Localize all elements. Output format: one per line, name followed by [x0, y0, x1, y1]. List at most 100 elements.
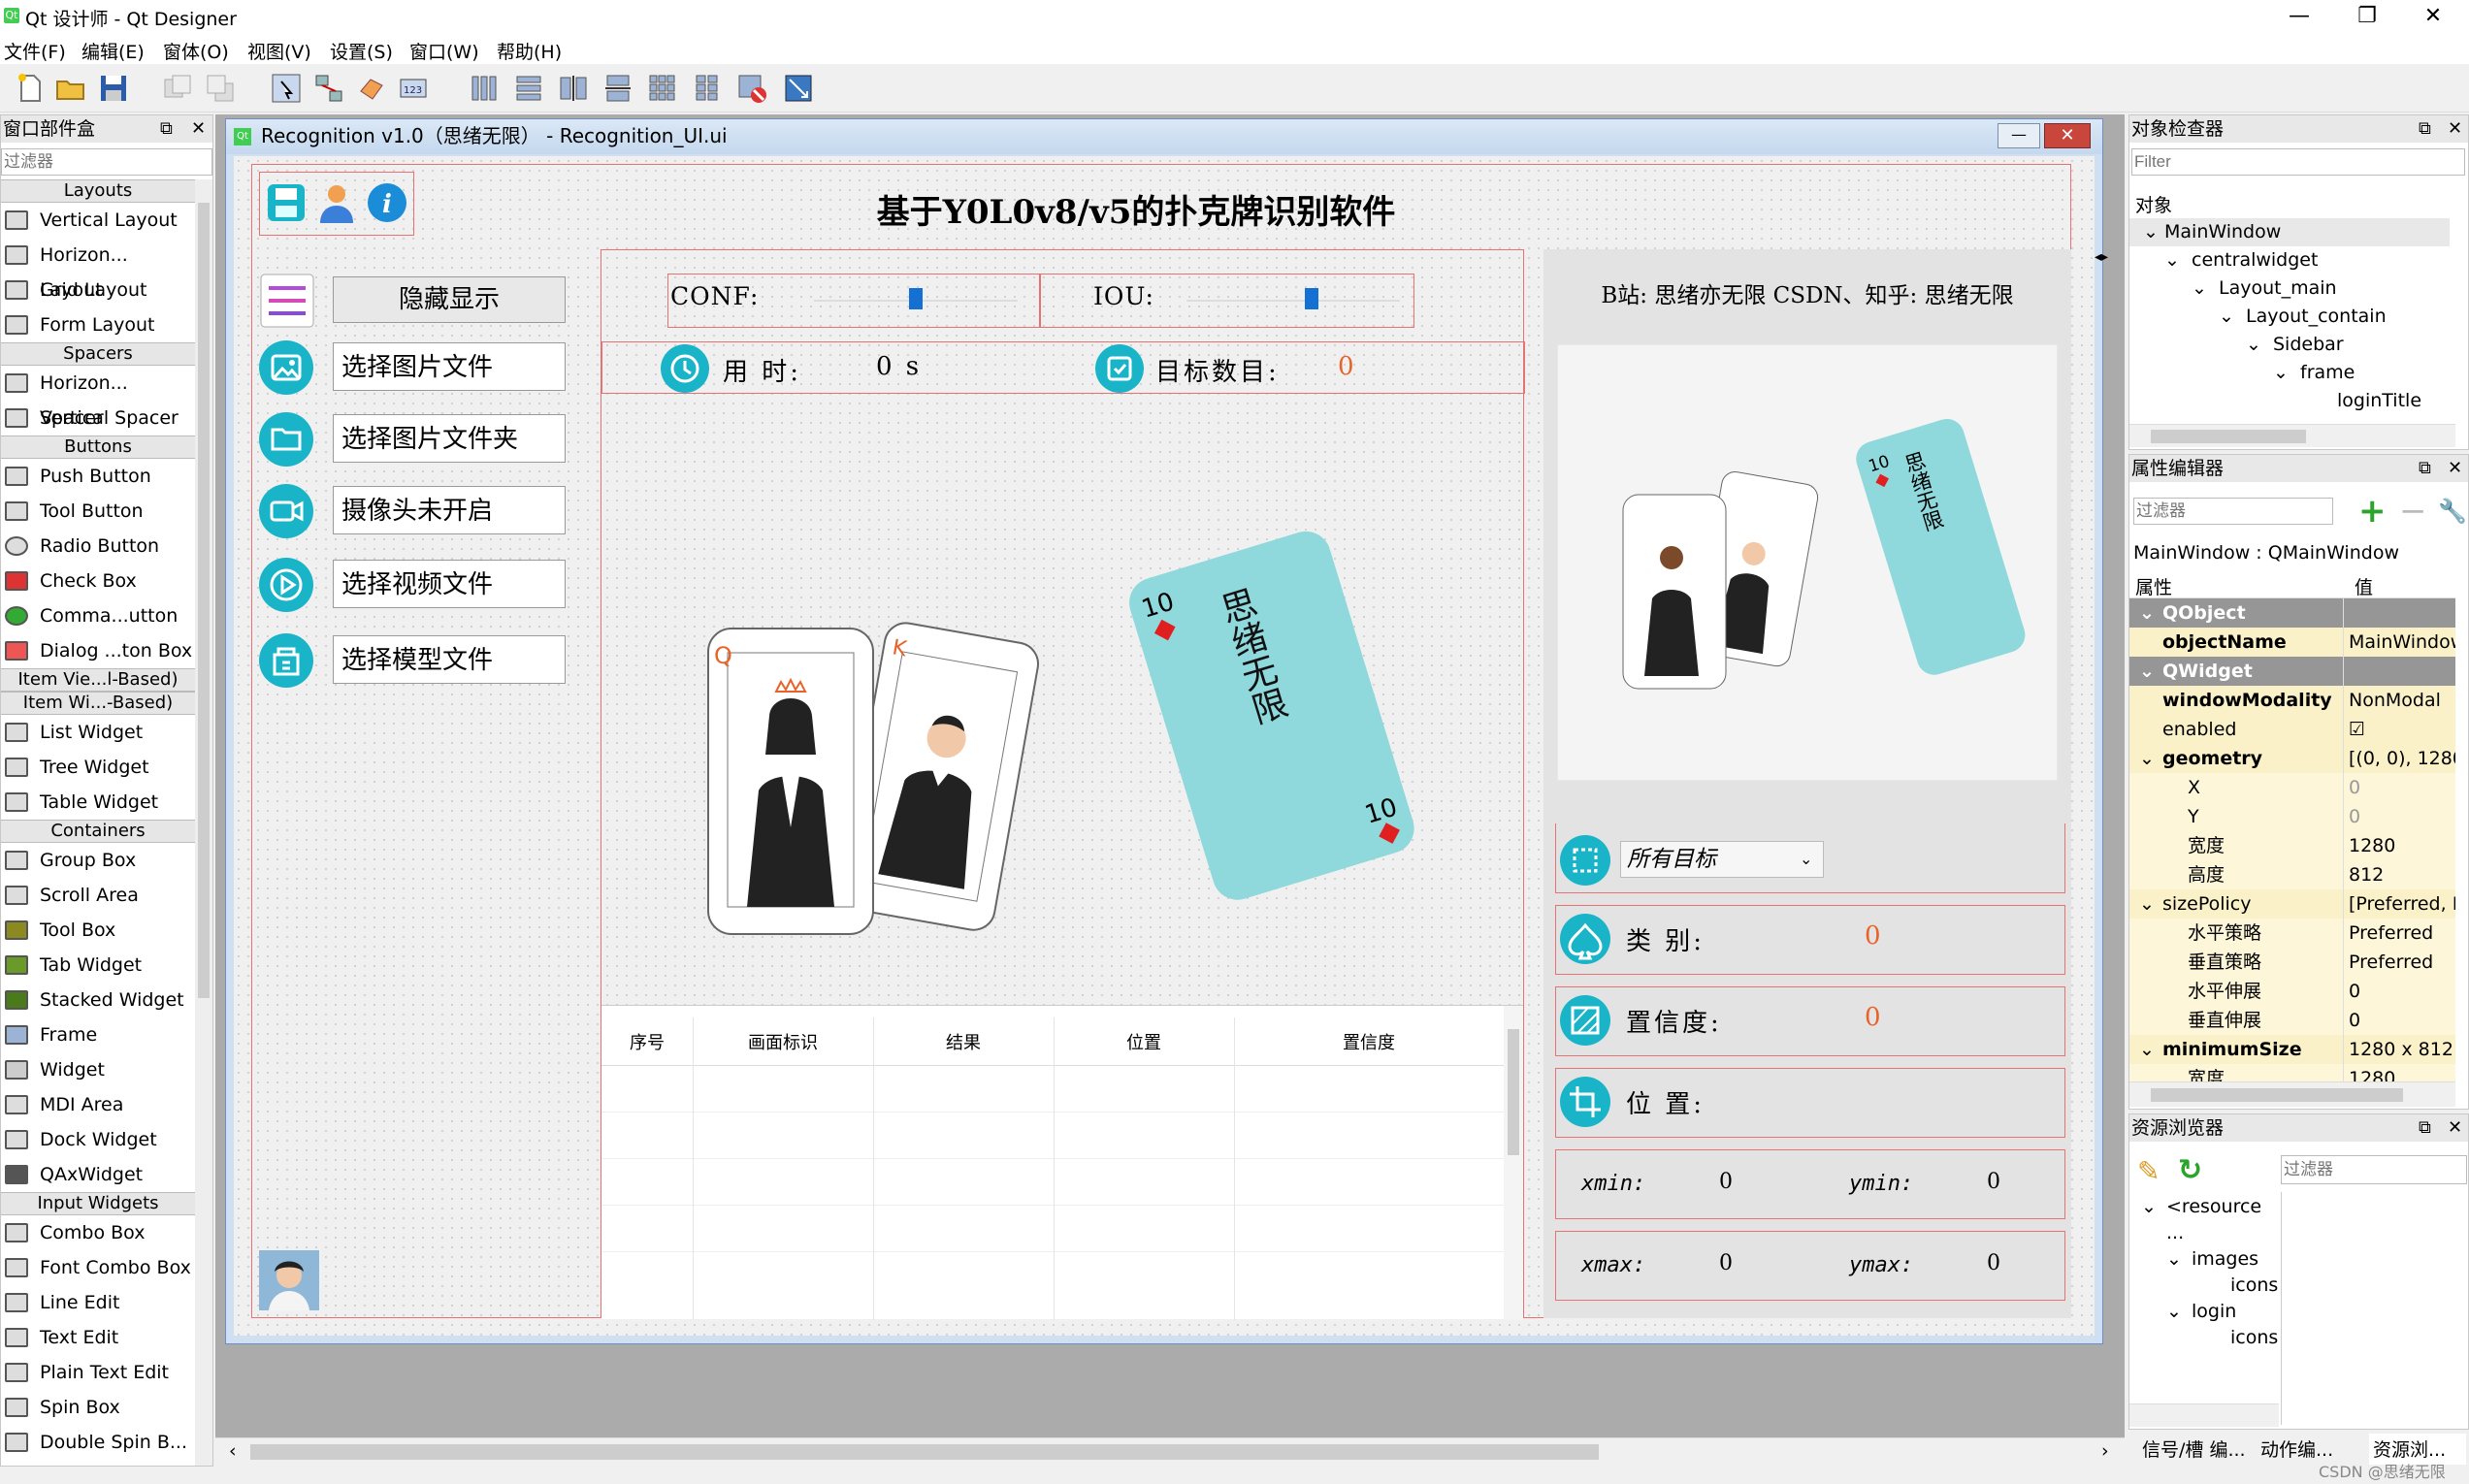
iou-slider-track[interactable] [1186, 300, 1400, 302]
widget-radio-button[interactable]: Radio Button [1, 529, 195, 564]
widget-dialog-button-box[interactable]: Dialog ...ton Box [1, 633, 195, 668]
property-value[interactable]: 1280 x 812 [2349, 1035, 2455, 1064]
widget-tool-button[interactable]: Tool Button [1, 494, 195, 529]
table-scrollbar[interactable] [1504, 1006, 1523, 1320]
tree-item-images[interactable]: ⌄ images [2129, 1246, 2275, 1273]
float-icon[interactable]: ⧉ [2419, 115, 2431, 143]
property-value[interactable]: ☑ [2349, 715, 2455, 744]
widget-plain-text-edit[interactable]: Plain Text Edit [1, 1355, 195, 1390]
tab-signal-slot[interactable]: 信号/槽 编... [2142, 1436, 2246, 1462]
layout-h-splitter-icon[interactable] [557, 72, 590, 105]
resource-hscrollbar[interactable] [2129, 1403, 2279, 1427]
conf-slider-handle[interactable] [909, 288, 923, 309]
widget-widget[interactable]: Widget [1, 1052, 195, 1087]
target-select-dropdown[interactable]: 所有目标 ⌄ [1620, 841, 1824, 878]
minimize-button[interactable]: — [2270, 0, 2328, 35]
widget-box-scrollbar[interactable] [195, 179, 212, 1466]
select-video-icon[interactable] [259, 558, 313, 612]
widget-font-combo-box[interactable]: Font Combo Box [1, 1250, 195, 1285]
menu-help[interactable]: 帮助(H) [497, 38, 562, 64]
category-spacers[interactable]: Spacers [1, 342, 195, 366]
property-value[interactable]: MainWindow [2349, 628, 2455, 657]
tree-item-login[interactable]: ⌄ login [2129, 1299, 2275, 1325]
select-model-button[interactable]: 选择模型文件 [333, 635, 566, 684]
scrollbar-thumb[interactable] [250, 1444, 1599, 1460]
tree-item-frame[interactable]: ⌄ frame [2129, 359, 2450, 387]
property-category[interactable]: QObject ⌄ [2129, 598, 2455, 628]
wrench-icon[interactable]: 🔧 [2438, 498, 2467, 525]
menu-form[interactable]: 窗体(O) [163, 38, 229, 64]
edit-widgets-icon[interactable] [270, 72, 303, 105]
property-row[interactable]: sizePolicy ⌄ [Preferred, P [2129, 889, 2455, 919]
widget-vertical-layout[interactable]: Vertical Layout [1, 203, 195, 238]
col-position[interactable]: 位置 [1054, 1029, 1234, 1054]
layout-grid-icon[interactable] [646, 72, 679, 105]
widget-qaxwidget[interactable]: QAxWidget [1, 1157, 195, 1192]
widget-vertical-spacer[interactable]: Vertical Spacer [1, 401, 195, 436]
save-icon[interactable] [97, 72, 130, 105]
property-hscrollbar[interactable] [2129, 1081, 2455, 1107]
property-row[interactable]: minimumSize ⌄ 1280 x 812 [2129, 1035, 2455, 1064]
category-item-widgets[interactable]: Item Wi...-Based) [1, 692, 195, 715]
category-containers[interactable]: Containers [1, 820, 195, 843]
select-folder-button[interactable]: 选择图片文件夹 [333, 414, 566, 463]
scrollbar-thumb[interactable] [198, 203, 210, 998]
widget-scroll-area[interactable]: Scroll Area [1, 878, 195, 913]
layout-horizontal-icon[interactable] [468, 72, 501, 105]
menu-view[interactable]: 视图(V) [247, 38, 311, 64]
expand-chevron-icon[interactable]: ⌄ [2139, 744, 2155, 773]
tree-item-layout-contain[interactable]: ⌄ Layout_contain [2129, 303, 2450, 331]
float-icon[interactable]: ⧉ [2419, 1114, 2431, 1142]
float-icon[interactable]: ⧉ [2419, 455, 2431, 482]
category-item-views[interactable]: Item Vie...l-Based) [1, 668, 195, 692]
tree-item-logintitle[interactable]: loginTitle [2129, 387, 2450, 415]
open-folder-icon[interactable] [54, 72, 87, 105]
category-buttons[interactable]: Buttons [1, 436, 195, 459]
menu-settings[interactable]: 设置(S) [330, 38, 393, 64]
form-minimize-button[interactable]: — [1998, 123, 2040, 148]
resource-split-divider[interactable] [2281, 1192, 2282, 1425]
property-row[interactable]: windowModality NonModal [2129, 686, 2455, 715]
expand-chevron-icon[interactable]: ⌄ [2139, 889, 2155, 919]
mdi-horizontal-scrollbar[interactable]: ‹ › [215, 1437, 2125, 1465]
widget-stacked-widget[interactable]: Stacked Widget [1, 983, 195, 1017]
edit-signals-icon[interactable] [312, 72, 345, 105]
category-input-widgets[interactable]: Input Widgets [1, 1192, 195, 1215]
menu-window[interactable]: 窗口(W) [409, 38, 479, 64]
form-close-button[interactable]: ✕ [2044, 123, 2091, 148]
close-icon[interactable]: ✕ [2448, 455, 2462, 482]
send-to-back-icon[interactable] [161, 72, 194, 105]
property-value[interactable]: [(0, 0), 1280 [2349, 744, 2455, 773]
bring-to-front-icon[interactable] [204, 72, 237, 105]
new-file-icon[interactable] [14, 72, 47, 105]
widget-group-box[interactable]: Group Box [1, 843, 195, 878]
col-frame-id[interactable]: 画面标识 [693, 1029, 873, 1054]
category-layouts[interactable]: Layouts [1, 179, 195, 203]
layout-vertical-icon[interactable] [512, 72, 545, 105]
property-value[interactable]: 1280 [2349, 831, 2455, 860]
layout-v-splitter-icon[interactable] [601, 72, 634, 105]
property-value[interactable]: 0 [2349, 773, 2455, 802]
close-icon[interactable]: ✕ [2448, 1114, 2462, 1142]
property-value[interactable]: [Preferred, P [2349, 889, 2455, 919]
table-row[interactable] [601, 1206, 1504, 1252]
close-button[interactable]: ✕ [2404, 0, 2462, 35]
camera-icon[interactable] [259, 484, 313, 538]
break-layout-icon[interactable] [735, 72, 768, 105]
property-row[interactable]: objectName MainWindow [2129, 628, 2455, 657]
widget-double-spin-box[interactable]: Double Spin B... [1, 1425, 195, 1460]
property-row[interactable]: 垂直伸展 0 [2129, 1006, 2455, 1035]
property-row[interactable]: Y0 [2129, 802, 2455, 831]
widget-text-edit[interactable]: Text Edit [1, 1320, 195, 1355]
info-icon[interactable]: i [365, 180, 409, 225]
layout-form-icon[interactable] [691, 72, 724, 105]
property-value[interactable]: Preferred [2349, 948, 2455, 977]
remove-property-icon[interactable]: − [2399, 492, 2427, 531]
tab-action-editor[interactable]: 动作编... [2260, 1436, 2333, 1462]
iou-slider-handle[interactable] [1305, 288, 1318, 309]
tree-item-icons[interactable]: icons [2129, 1273, 2278, 1299]
object-tree-hscrollbar[interactable] [2129, 424, 2455, 447]
tree-item-centralwidget[interactable]: ⌄ centralwidget [2129, 246, 2450, 274]
object-filter-input[interactable] [2131, 148, 2465, 176]
property-value[interactable]: NonModal [2349, 686, 2455, 715]
